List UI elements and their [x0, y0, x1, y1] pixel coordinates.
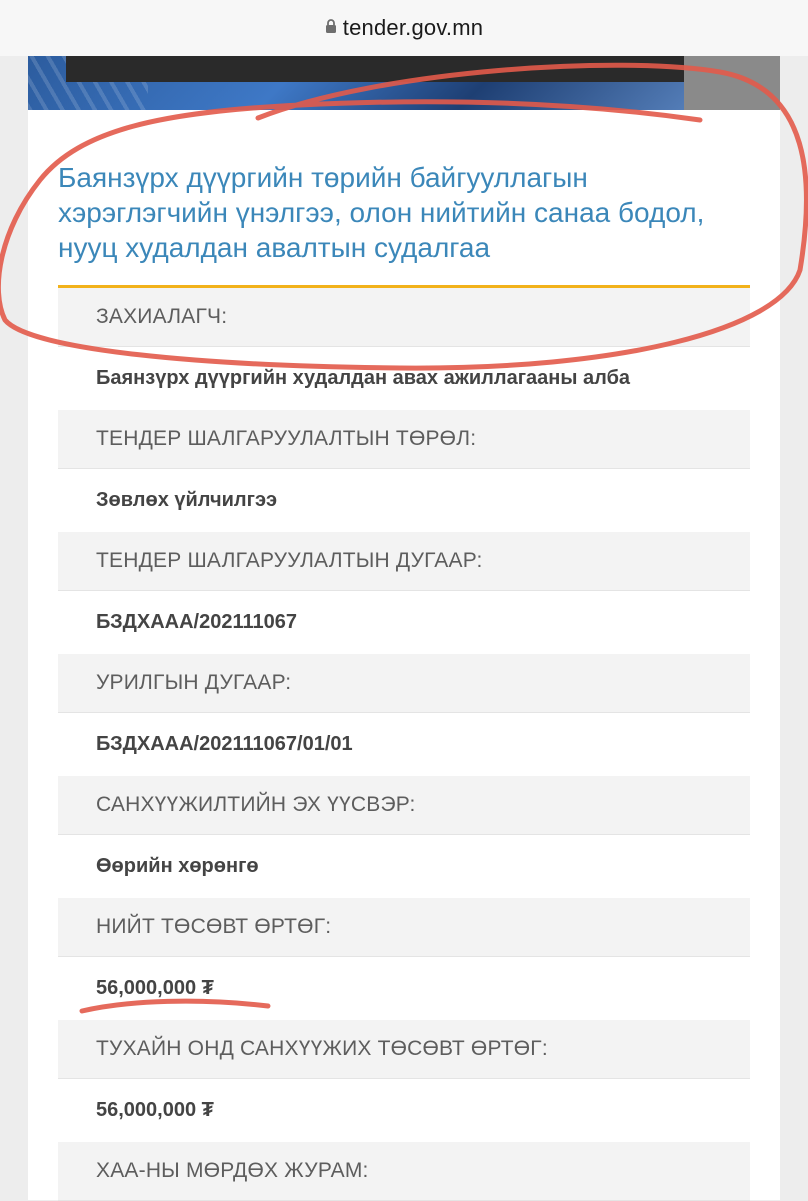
- field-label-funding-source: САНХҮҮЖИЛТИЙН ЭХ ҮҮСВЭР:: [58, 776, 750, 835]
- header-banner-image: [28, 56, 780, 110]
- lock-icon: [325, 18, 337, 39]
- field-label-tender-number: ТЕНДЕР ШАЛГАРУУЛАЛТЫН ДУГААР:: [58, 532, 750, 591]
- banner-grey-block: [684, 56, 780, 110]
- field-value-total-budget: 56,000,000 ₮: [58, 957, 750, 1020]
- browser-url-bar[interactable]: tender.gov.mn: [0, 0, 808, 56]
- field-label-invitation-number: УРИЛГЫН ДУГААР:: [58, 654, 750, 713]
- url-text: tender.gov.mn: [342, 15, 484, 40]
- tender-detail-card: Баянзүрх дүүргийн төрийн байгууллагын хэ…: [28, 110, 780, 1201]
- tender-title[interactable]: Баянзүрх дүүргийн төрийн байгууллагын хэ…: [58, 160, 748, 265]
- banner-dark-overlay: [66, 56, 770, 82]
- field-label-customer: ЗАХИАЛАГЧ:: [58, 288, 750, 347]
- field-label-annual-budget: ТУХАЙН ОНД САНХҮҮЖИХ ТӨСӨВТ ӨРТӨГ:: [58, 1020, 750, 1079]
- tender-fields: ЗАХИАЛАГЧ: Баянзүрх дүүргийн худалдан ав…: [58, 288, 750, 1201]
- field-value-invitation-number: БЗДХААА/202111067/01/01: [58, 713, 750, 776]
- field-label-tender-type: ТЕНДЕР ШАЛГАРУУЛАЛТЫН ТӨРӨЛ:: [58, 410, 750, 469]
- field-label-procedure: ХАА-НЫ МӨРДӨХ ЖУРАМ:: [58, 1142, 750, 1201]
- field-value-tender-number: БЗДХААА/202111067: [58, 591, 750, 654]
- field-label-total-budget: НИЙТ ТӨСӨВТ ӨРТӨГ:: [58, 898, 750, 957]
- field-value-annual-budget: 56,000,000 ₮: [58, 1079, 750, 1142]
- field-value-tender-type: Зөвлөх үйлчилгээ: [58, 469, 750, 532]
- field-value-funding-source: Өөрийн хөрөнгө: [58, 835, 750, 898]
- field-value-customer: Баянзүрх дүүргийн худалдан авах ажиллага…: [58, 347, 750, 410]
